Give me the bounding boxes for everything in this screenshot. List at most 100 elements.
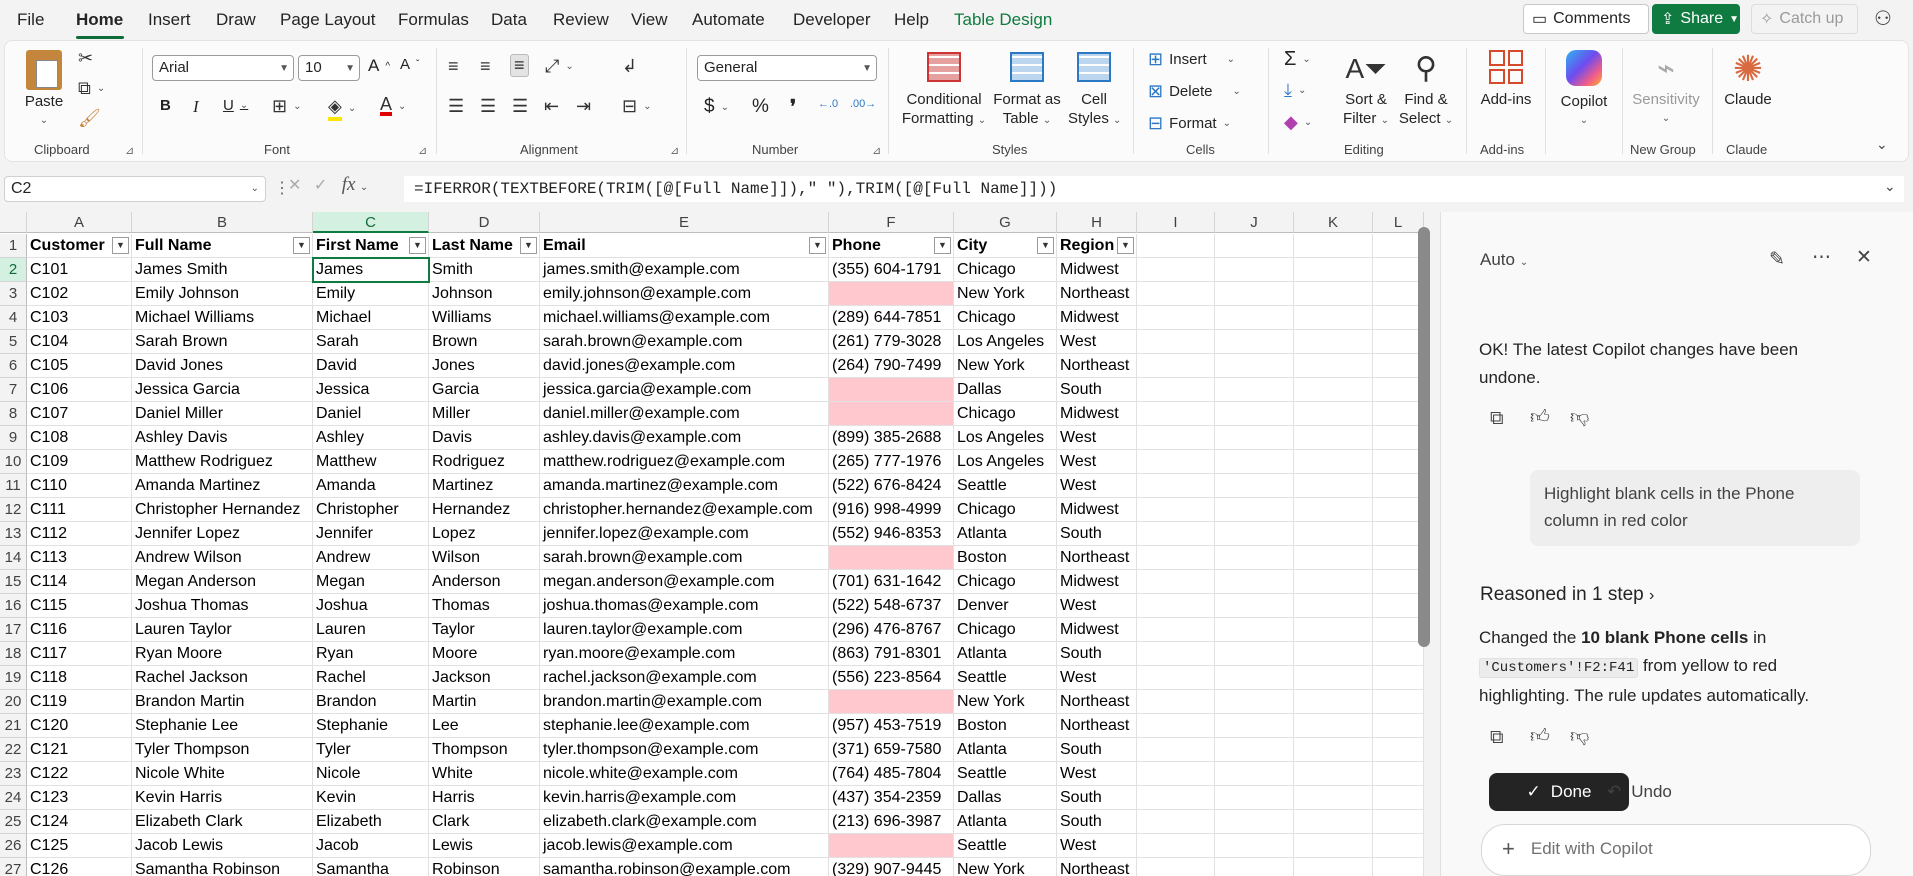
table-cell[interactable]: (899) 385-2688 (829, 426, 954, 450)
row-header[interactable]: 25 (0, 810, 27, 834)
table-cell[interactable]: C115 (27, 594, 132, 618)
empty-cell[interactable] (1137, 738, 1215, 762)
table-cell[interactable]: Tyler (313, 738, 429, 762)
table-cell[interactable]: (916) 998-4999 (829, 498, 954, 522)
table-cell[interactable]: Stephanie (313, 714, 429, 738)
table-cell[interactable]: Andrew Wilson (132, 546, 313, 570)
row-header[interactable]: 9 (0, 426, 27, 450)
column-header[interactable]: C (313, 212, 429, 233)
table-cell[interactable]: (261) 779-3028 (829, 330, 954, 354)
align-right-button[interactable]: ☰ (512, 96, 528, 117)
table-cell[interactable]: Los Angeles (954, 426, 1057, 450)
empty-cell[interactable] (1373, 234, 1424, 258)
thumbs-down-icon[interactable]: 👎︎ (1570, 406, 1589, 429)
empty-cell[interactable] (1215, 402, 1294, 426)
empty-cell[interactable] (1294, 570, 1373, 594)
table-cell[interactable]: Jessica (313, 378, 429, 402)
empty-cell[interactable] (1137, 498, 1215, 522)
table-cell[interactable]: Chicago (954, 618, 1057, 642)
clear-button[interactable]: ◆ ⌄ (1284, 112, 1312, 133)
row-header[interactable]: 18 (0, 642, 27, 666)
table-cell[interactable]: C125 (27, 834, 132, 858)
empty-cell[interactable] (1373, 330, 1424, 354)
table-cell[interactable]: Dallas (954, 786, 1057, 810)
empty-cell[interactable] (1215, 810, 1294, 834)
add-ins-button[interactable]: Add-ins (1476, 48, 1536, 109)
table-cell[interactable]: Miller (429, 402, 540, 426)
table-cell[interactable]: Harris (429, 786, 540, 810)
table-cell[interactable]: Denver (954, 594, 1057, 618)
increase-decimal-button[interactable]: ←.0 (818, 98, 838, 110)
table-cell[interactable]: Wilson (429, 546, 540, 570)
empty-cell[interactable] (1215, 858, 1294, 876)
table-cell[interactable]: South (1057, 810, 1137, 834)
empty-cell[interactable] (1137, 834, 1215, 858)
row-header[interactable]: 15 (0, 570, 27, 594)
table-cell[interactable]: Clark (429, 810, 540, 834)
fill-color-button[interactable]: ◈ ⌄ (328, 96, 356, 121)
table-cell[interactable]: West (1057, 762, 1137, 786)
empty-cell[interactable] (1137, 690, 1215, 714)
table-cell[interactable]: C101 (27, 258, 132, 282)
table-cell[interactable]: Boston (954, 546, 1057, 570)
table-cell[interactable]: Elizabeth (313, 810, 429, 834)
empty-cell[interactable] (1137, 306, 1215, 330)
empty-cell[interactable] (1294, 642, 1373, 666)
table-cell[interactable]: (289) 644-7851 (829, 306, 954, 330)
table-cell[interactable]: Amanda Martinez (132, 474, 313, 498)
copy-icon[interactable]: ⧉ (1490, 727, 1504, 749)
format-cells-button[interactable]: ⊟ Format ⌄ (1148, 113, 1231, 134)
catch-up-button[interactable]: ✧ Catch up (1751, 4, 1858, 34)
empty-cell[interactable] (1137, 642, 1215, 666)
table-cell[interactable]: Lauren (313, 618, 429, 642)
table-cell[interactable]: Nicole (313, 762, 429, 786)
table-cell[interactable]: (355) 604-1791 (829, 258, 954, 282)
table-cell[interactable]: Emily Johnson (132, 282, 313, 306)
table-cell[interactable]: (371) 659-7580 (829, 738, 954, 762)
empty-cell[interactable] (1294, 306, 1373, 330)
table-cell[interactable]: South (1057, 738, 1137, 762)
empty-cell[interactable] (1294, 450, 1373, 474)
table-cell[interactable]: C112 (27, 522, 132, 546)
table-cell[interactable]: Anderson (429, 570, 540, 594)
empty-cell[interactable] (1137, 858, 1215, 876)
table-cell[interactable] (829, 546, 954, 570)
empty-cell[interactable] (1137, 426, 1215, 450)
table-cell[interactable]: Stephanie Lee (132, 714, 313, 738)
format-as-table-button[interactable]: Format as Table ⌄ (990, 48, 1064, 130)
thumbs-down-icon[interactable]: 👎︎ (1570, 725, 1589, 748)
menu-tab[interactable]: Table Design (954, 10, 1052, 30)
table-cell[interactable]: Atlanta (954, 738, 1057, 762)
empty-cell[interactable] (1373, 738, 1424, 762)
table-cell[interactable]: emily.johnson@example.com (540, 282, 829, 306)
table-cell[interactable]: South (1057, 378, 1137, 402)
table-cell[interactable]: (522) 548-6737 (829, 594, 954, 618)
empty-cell[interactable] (1373, 690, 1424, 714)
row-header[interactable]: 11 (0, 474, 27, 498)
vertical-scrollbar[interactable] (1418, 227, 1430, 647)
table-cell[interactable]: (863) 791-8301 (829, 642, 954, 666)
column-header[interactable]: L (1373, 212, 1424, 233)
table-cell[interactable]: jacob.lewis@example.com (540, 834, 829, 858)
table-cell[interactable]: Williams (429, 306, 540, 330)
borders-button[interactable]: ⊞ ⌄ (272, 96, 301, 117)
cancel-icon[interactable]: ✕ (288, 177, 301, 194)
copilot-ribbon-button[interactable]: Copilot ⌄ (1552, 48, 1616, 130)
mode-selector[interactable]: Auto ⌄ (1480, 246, 1528, 277)
row-header[interactable]: 24 (0, 786, 27, 810)
empty-cell[interactable] (1373, 402, 1424, 426)
thumbs-up-icon[interactable]: 👍︎ (1530, 725, 1550, 748)
empty-cell[interactable] (1137, 714, 1215, 738)
table-cell[interactable]: (437) 354-2359 (829, 786, 954, 810)
filter-dropdown-icon[interactable]: ▼ (1117, 237, 1134, 254)
table-cell[interactable]: Robinson (429, 858, 540, 876)
empty-cell[interactable] (1294, 402, 1373, 426)
collapse-ribbon-icon[interactable]: ⌄ (1876, 136, 1888, 153)
table-cell[interactable]: Samantha (313, 858, 429, 876)
empty-cell[interactable] (1215, 522, 1294, 546)
column-header[interactable]: J (1215, 212, 1294, 233)
empty-cell[interactable] (1137, 666, 1215, 690)
table-cell[interactable]: C117 (27, 642, 132, 666)
table-cell[interactable]: C119 (27, 690, 132, 714)
empty-cell[interactable] (1137, 330, 1215, 354)
